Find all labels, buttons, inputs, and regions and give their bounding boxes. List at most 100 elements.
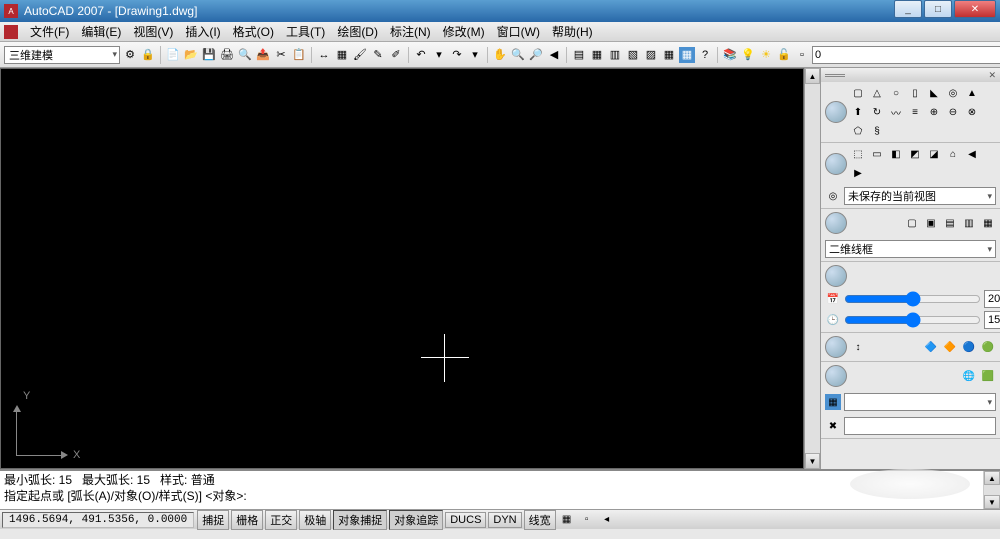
status-polar[interactable]: 极轴 [299,510,331,530]
view-front-icon[interactable]: ▭ [869,146,885,162]
shade-d-icon[interactable]: ▥ [961,215,977,231]
panel-close-icon[interactable]: ✕ [988,70,996,81]
paint-icon[interactable]: 🖌 [352,47,368,63]
view-next-icon[interactable]: ▶ [850,165,866,181]
menu-file[interactable]: 文件(F) [24,23,75,40]
wedge-icon[interactable]: ◣ [926,85,942,101]
preview-icon[interactable]: 🔍 [237,47,253,63]
publish-icon[interactable]: 📤 [255,47,271,63]
mat-c-icon[interactable]: 🔵 [961,339,977,355]
calc-icon[interactable]: ▦ [661,47,677,63]
menu-window[interactable]: 窗口(W) [491,23,546,40]
menu-dim[interactable]: 标注(N) [384,23,437,40]
mat-d-icon[interactable]: 🟢 [980,339,996,355]
color-icon[interactable]: ▫ [794,47,810,63]
extrude-icon[interactable]: ⬆ [850,104,866,120]
cylinder-icon[interactable]: ▯ [907,85,923,101]
box-icon[interactable]: ▢ [850,85,866,101]
view-prev-icon[interactable]: ◀ [964,146,980,162]
status-expand-icon[interactable]: ◂ [599,512,615,528]
intersect-icon[interactable]: ⊗ [964,104,980,120]
cone-icon[interactable]: △ [869,85,885,101]
menu-help[interactable]: 帮助(H) [546,23,599,40]
zoom-rt-icon[interactable]: 🔍 [510,47,526,63]
redo-drop-icon[interactable]: ▾ [467,47,483,63]
status-model-icon[interactable]: ▦ [559,512,575,528]
maximize-button[interactable] [924,0,952,18]
qcalc-icon[interactable]: ▦ [679,47,695,63]
menu-view[interactable]: 视图(V) [127,23,179,40]
render-field[interactable] [844,417,996,435]
sweep-icon[interactable]: 〰 [888,104,904,120]
block-icon[interactable]: ▦ [334,47,350,63]
status-grid[interactable]: 栅格 [231,510,263,530]
sheet-icon[interactable]: ▧ [625,47,641,63]
union-icon[interactable]: ⊕ [926,104,942,120]
panel-main-icon[interactable] [825,101,847,123]
scroll-up-icon[interactable]: ▲ [805,68,820,84]
panel-render-icon[interactable] [825,365,847,387]
layer-mgr-icon[interactable]: 📚 [722,47,738,63]
view-target-icon[interactable]: ◎ [825,188,841,204]
dcenter-icon[interactable]: ▦ [589,47,605,63]
tpalette-icon[interactable]: ▥ [607,47,623,63]
view-top-icon[interactable]: ⬚ [850,146,866,162]
canvas-vscrollbar[interactable]: ▲ ▼ [804,68,820,469]
menu-insert[interactable]: 插入(I) [179,23,226,40]
pyramid-icon[interactable]: ▲ [964,85,980,101]
bulb-icon[interactable]: 💡 [740,47,756,63]
date-field[interactable]: 2018/9/21 [984,290,1000,308]
clock-icon[interactable]: 🕒 [825,312,841,328]
open-icon[interactable]: 📂 [183,47,199,63]
zoom-prev-icon[interactable]: ◀ [546,47,562,63]
close-button[interactable] [954,0,996,18]
new-icon[interactable]: 📄 [165,47,181,63]
mat-toggle-icon[interactable]: ↕ [850,339,866,355]
print-icon[interactable]: 🖨 [219,47,235,63]
pan-icon[interactable]: ✋ [492,47,508,63]
menu-tools[interactable]: 工具(T) [280,23,331,40]
cmd-scroll-up-icon[interactable]: ▲ [984,471,1000,485]
drawing-canvas[interactable]: Y X [0,68,804,469]
lock-icon[interactable]: 🔓 [776,47,792,63]
view-sw-icon[interactable]: ◩ [907,146,923,162]
render-select[interactable] [844,393,996,411]
torus-icon[interactable]: ◎ [945,85,961,101]
menu-format[interactable]: 格式(O) [227,23,280,40]
helix-icon[interactable]: § [869,123,885,139]
time-field[interactable]: 15:00 [984,311,1000,329]
poly-icon[interactable]: ⬠ [850,123,866,139]
undo-icon[interactable]: ↶ [413,47,429,63]
panel-shade-icon[interactable] [825,212,847,234]
render-sel-icon[interactable]: ▦ [825,394,841,410]
status-lwt[interactable]: 线宽 [524,510,556,530]
status-ortho[interactable]: 正交 [265,510,297,530]
shade-c-icon[interactable]: ▤ [942,215,958,231]
minimize-button[interactable] [894,0,922,18]
panel-view-icon[interactable] [825,153,847,175]
shade-e-icon[interactable]: ▦ [980,215,996,231]
undo-drop-icon[interactable]: ▾ [431,47,447,63]
layer-select[interactable]: 0 [812,46,1000,64]
cmd-vscrollbar[interactable]: ▲ ▼ [984,471,1000,509]
status-snap[interactable]: 捕捉 [197,510,229,530]
scroll-down-icon[interactable]: ▼ [805,453,820,469]
copy-icon[interactable]: 📋 [291,47,307,63]
help-icon[interactable]: ? [697,47,713,63]
status-osnap[interactable]: 对象捕捉 [333,510,387,530]
subtract-icon[interactable]: ⊖ [945,104,961,120]
shade-b-icon[interactable]: ▣ [923,215,939,231]
status-otrack[interactable]: 对象追踪 [389,510,443,530]
brush-icon[interactable]: ✎ [370,47,386,63]
panel-mat-icon[interactable] [825,336,847,358]
slider-date[interactable] [844,291,981,307]
sphere-icon[interactable]: ○ [888,85,904,101]
cmd-scroll-down-icon[interactable]: ▼ [984,495,1000,509]
slider-time[interactable] [844,312,981,328]
revolve-icon[interactable]: ↻ [869,104,885,120]
status-layout-icon[interactable]: ▫ [579,512,595,528]
cut-icon[interactable]: ✂ [273,47,289,63]
status-dyn[interactable]: DYN [488,512,521,528]
render-a-icon[interactable]: 🌐 [961,368,977,384]
menu-modify[interactable]: 修改(M) [437,23,491,40]
